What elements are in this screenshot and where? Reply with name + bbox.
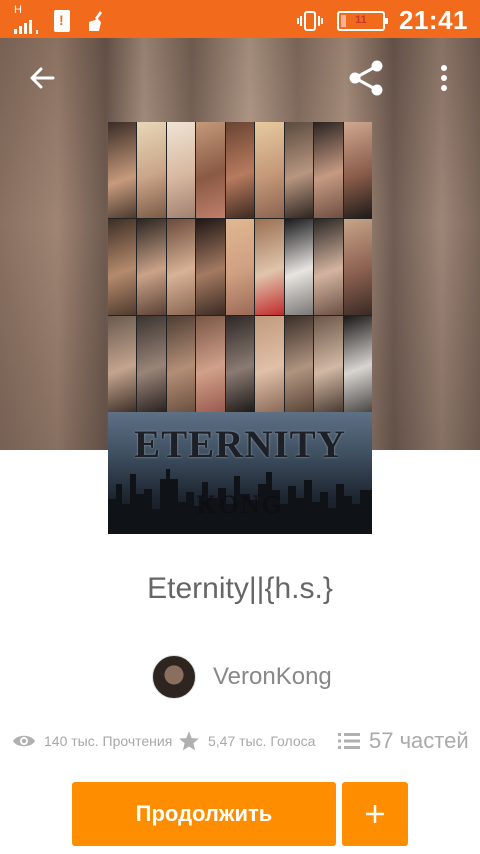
book-cover[interactable]: ETERNITY KONG (108, 122, 372, 534)
cover-author-art: KONG (196, 490, 284, 519)
author-link[interactable]: VeronKong (152, 654, 332, 700)
votes-count: 5,47 тыс. Голоса (208, 733, 316, 749)
share-icon[interactable] (346, 58, 386, 98)
parts-stat[interactable]: 57 частей (338, 726, 469, 756)
cover-title-art: ETERNITY (134, 423, 346, 466)
plus-icon (366, 805, 384, 823)
star-icon (179, 731, 199, 751)
cover-face-collage (108, 122, 372, 412)
reads-count: 140 тыс. Прочтения (44, 733, 173, 749)
author-name[interactable]: VeronKong (213, 663, 332, 691)
reads-stat: 140 тыс. Прочтения (12, 726, 172, 756)
avatar[interactable] (152, 655, 196, 699)
network-type: H (14, 4, 22, 16)
vibrate-icon (297, 10, 323, 31)
sim-alert-icon (54, 10, 70, 32)
story-stats: 140 тыс. Прочтения 5,47 тыс. Голоса 57 ч… (12, 726, 472, 756)
signal-icon: H (14, 4, 38, 34)
cleaner-icon (89, 11, 102, 31)
battery-level: 11 (355, 13, 367, 26)
more-vertical-icon[interactable] (432, 62, 456, 94)
list-icon (338, 733, 360, 749)
clock: 21:41 (399, 5, 468, 35)
continue-reading-button[interactable]: Продолжить (72, 782, 336, 846)
add-to-library-button[interactable] (342, 782, 408, 846)
eye-icon (13, 735, 35, 747)
battery-icon: 11 (337, 10, 388, 31)
status-bar: H 11 21:41 (0, 0, 480, 38)
story-title: Eternity||{h.s.} (147, 572, 333, 605)
parts-count[interactable]: 57 частей (369, 728, 469, 754)
votes-stat: 5,47 тыс. Голоса (178, 726, 315, 756)
arrow-left-icon[interactable] (26, 62, 58, 94)
